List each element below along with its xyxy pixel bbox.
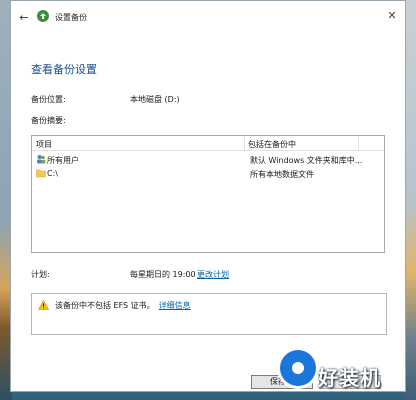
- details-link[interactable]: 详细信息: [159, 301, 191, 310]
- backup-location-value: 本地磁盘 (D:): [130, 95, 180, 104]
- watermark-text: 好装机: [318, 366, 381, 390]
- users-icon: [37, 155, 46, 164]
- title-bar: ← 设置备份 ✕: [11, 1, 405, 33]
- list-item-name: C:\: [47, 169, 58, 178]
- warning-text-line: 该备份中不包括 EFS 证书。 详细信息: [55, 300, 191, 311]
- column-header-included[interactable]: 包括在备份中: [248, 139, 296, 150]
- back-button[interactable]: ←: [17, 12, 31, 24]
- column-header-item[interactable]: 项目: [36, 139, 52, 150]
- close-button[interactable]: ✕: [385, 9, 399, 23]
- column-divider: [358, 136, 359, 150]
- backup-summary-list[interactable]: 项目 包括在备份中 所有用户 默认 Windows 文件夹和库中... C:\ …: [31, 135, 385, 253]
- list-item-included: 所有本地数据文件: [250, 170, 314, 179]
- arrow-left-icon: ←: [19, 11, 29, 24]
- list-item-c-drive[interactable]: C:\ 所有本地数据文件: [32, 167, 384, 180]
- window-title: 设置备份: [55, 13, 87, 22]
- close-icon: ✕: [387, 9, 397, 22]
- schedule-value: 每星期日的 19:00: [130, 270, 196, 279]
- list-item-included: 默认 Windows 文件夹和库中...: [250, 156, 363, 165]
- list-item-name: 所有用户: [47, 156, 79, 165]
- page-heading: 查看备份设置: [31, 63, 97, 76]
- backup-summary-label: 备份摘要:: [31, 116, 66, 125]
- list-item-all-users[interactable]: 所有用户 默认 Windows 文件夹和库中...: [32, 153, 384, 166]
- schedule-label: 计划:: [31, 270, 50, 279]
- folder-icon: [36, 169, 46, 178]
- column-divider: [244, 136, 245, 150]
- warning-message: 该备份中不包括 EFS 证书。: [55, 301, 155, 310]
- watermark-logo-dot: [292, 362, 304, 374]
- backup-settings-window: ← 设置备份 ✕ 查看备份设置 备份位置: 本地磁盘 (D:) 备份摘要: 项目…: [10, 0, 406, 392]
- backup-app-icon: [37, 10, 49, 22]
- list-header: 项目 包括在备份中: [32, 136, 384, 151]
- backup-location-label: 备份位置:: [31, 95, 66, 104]
- warning-box: 该备份中不包括 EFS 证书。 详细信息: [31, 293, 387, 335]
- warning-icon: [38, 300, 49, 310]
- change-schedule-link[interactable]: 更改计划: [197, 269, 229, 280]
